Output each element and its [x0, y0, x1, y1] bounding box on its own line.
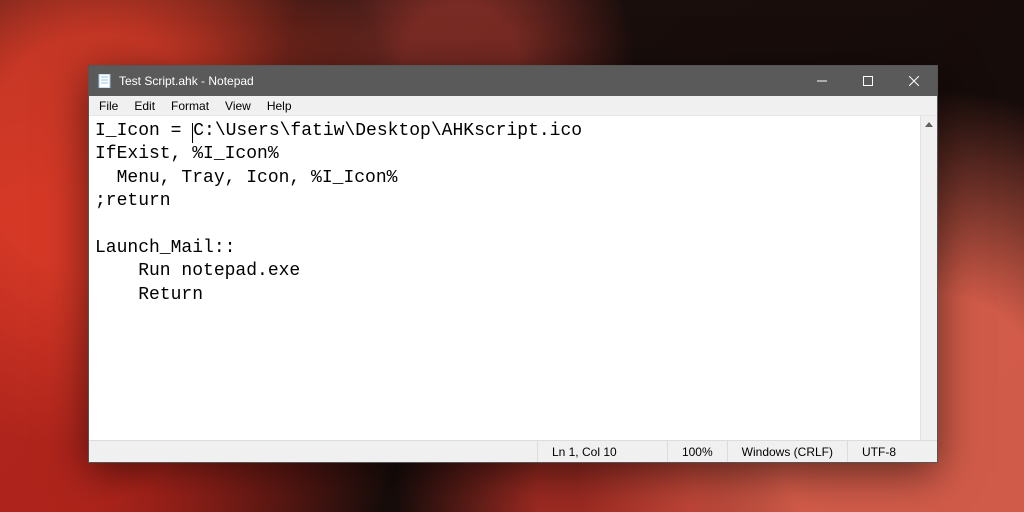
vertical-scrollbar[interactable]	[920, 116, 937, 440]
menu-file[interactable]: File	[91, 98, 126, 114]
menubar: File Edit Format View Help	[89, 96, 937, 116]
desktop-wallpaper: Test Script.ahk - Notepad File Edit Form…	[0, 0, 1024, 512]
status-position: Ln 1, Col 10	[537, 441, 667, 462]
line-8: Return	[95, 285, 203, 305]
line-1-pre: I_Icon =	[95, 121, 192, 141]
status-zoom: 100%	[667, 441, 727, 462]
menu-help[interactable]: Help	[259, 98, 300, 114]
notepad-window: Test Script.ahk - Notepad File Edit Form…	[88, 65, 938, 463]
status-encoding: UTF-8	[847, 441, 937, 462]
statusbar: Ln 1, Col 10 100% Windows (CRLF) UTF-8	[89, 440, 937, 462]
line-3: Menu, Tray, Icon, %I_Icon%	[95, 168, 397, 188]
line-4: ;return	[95, 191, 171, 211]
line-6: Launch_Mail::	[95, 238, 235, 258]
window-title: Test Script.ahk - Notepad	[119, 74, 254, 88]
minimize-icon	[817, 76, 827, 86]
line-2: IfExist, %I_Icon%	[95, 144, 279, 164]
editor-text[interactable]: I_Icon = C:\Users\fatiw\Desktop\AHKscrip…	[89, 116, 937, 440]
notepad-icon	[97, 73, 113, 89]
maximize-button[interactable]	[845, 66, 891, 96]
menu-view[interactable]: View	[217, 98, 259, 114]
close-button[interactable]	[891, 66, 937, 96]
titlebar[interactable]: Test Script.ahk - Notepad	[89, 66, 937, 96]
status-line-ending: Windows (CRLF)	[727, 441, 847, 462]
scroll-up-icon[interactable]	[921, 116, 938, 133]
close-icon	[909, 76, 919, 86]
menu-format[interactable]: Format	[163, 98, 217, 114]
editor-area[interactable]: I_Icon = C:\Users\fatiw\Desktop\AHKscrip…	[89, 116, 937, 440]
maximize-icon	[863, 76, 873, 86]
line-1-post: C:\Users\fatiw\Desktop\AHKscript.ico	[193, 121, 582, 141]
line-7: Run notepad.exe	[95, 261, 300, 281]
menu-edit[interactable]: Edit	[126, 98, 163, 114]
minimize-button[interactable]	[799, 66, 845, 96]
